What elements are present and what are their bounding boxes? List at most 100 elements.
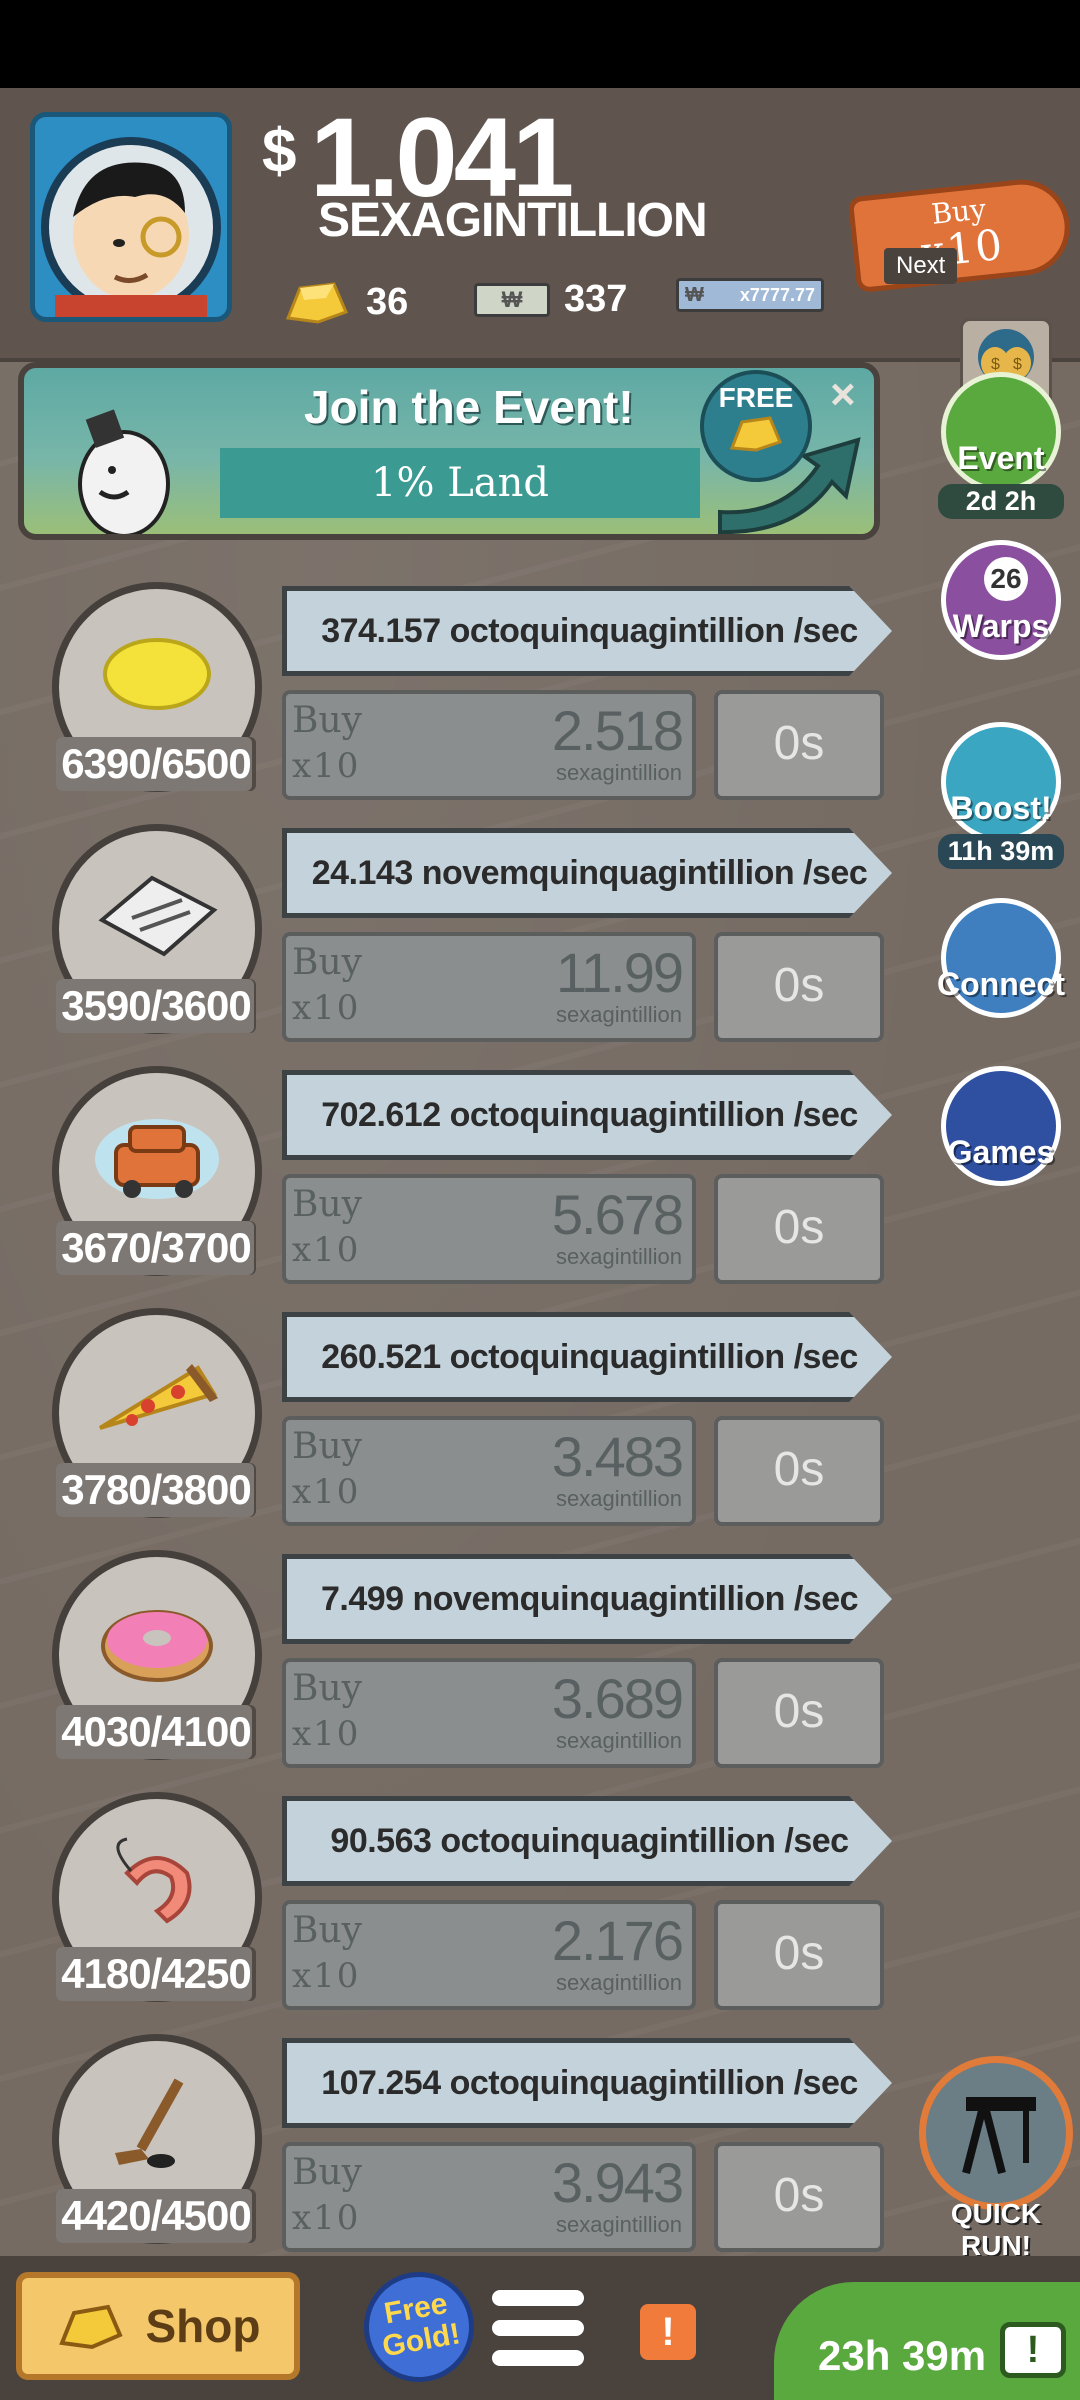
tv-icon: !: [1000, 2322, 1066, 2378]
timer-button[interactable]: 0s: [714, 932, 884, 1042]
pizza-icon: [92, 1344, 222, 1454]
buy-price: 11.99: [556, 941, 684, 1004]
buy-price: 5.678: [551, 1183, 684, 1246]
buy-button[interactable]: Buy x10 3.943 sexagintillion: [282, 2142, 696, 2252]
buy-quantity: x10: [292, 2198, 361, 2238]
donut-icon: [92, 1586, 222, 1696]
megabucks-icon: ₩: [474, 282, 550, 317]
gold-bar-icon: [58, 2304, 123, 2350]
business-count: 3590/3600: [56, 979, 256, 1033]
shop-button[interactable]: Shop: [16, 2272, 300, 2380]
income-rate-bar[interactable]: 702.612 octoquinquagintillion /sec: [282, 1070, 892, 1160]
buy-price-unit: sexagintillion: [556, 1244, 682, 1269]
buy-button[interactable]: Buy x10 11.99 sexagintillion: [282, 932, 696, 1042]
buy-price-unit: sexagintillion: [556, 1728, 682, 1753]
buy-quantity: x10: [292, 1714, 361, 1754]
gold-counter[interactable]: 36: [282, 278, 408, 326]
timer-button[interactable]: 0s: [714, 2142, 884, 2252]
gold-count: 36: [366, 280, 409, 323]
svg-text:$: $: [1013, 356, 1022, 373]
buy-button[interactable]: Buy x10 2.176 sexagintillion: [282, 1900, 696, 2010]
business-row-pizza: 3780/3800 260.521 octoquinquagintillion …: [0, 1308, 1080, 1548]
buy-button[interactable]: Buy x10 3.483 sexagintillion: [282, 1416, 696, 1526]
bill-value: x7777.77: [739, 284, 815, 305]
newspaper-icon: [92, 860, 222, 970]
business-count: 4180/4250: [56, 1947, 256, 2001]
income-rate-bar[interactable]: 374.157 octoquinquagintillion /sec: [282, 586, 892, 676]
event-subtitle: 1% Land: [220, 448, 700, 518]
bill-counter[interactable]: ₩ x7777.77: [676, 278, 824, 312]
income-rate-bar[interactable]: 107.254 octoquinquagintillion /sec: [282, 2038, 892, 2128]
alert-badge[interactable]: !: [640, 2304, 696, 2360]
business-row-car: 3670/3700 702.612 octoquinquagintillion …: [0, 1066, 1080, 1306]
buy-label: Buy: [292, 2152, 362, 2193]
business-count: 4030/4100: [56, 1705, 256, 1759]
car-icon: [92, 1102, 222, 1212]
timer-button[interactable]: 0s: [714, 1416, 884, 1526]
shrimp-icon: [92, 1828, 222, 1938]
buy-price: 2.518: [551, 699, 684, 762]
money-currency-symbol: $: [262, 117, 297, 186]
buy-price-unit: sexagintillion: [556, 1486, 682, 1511]
astronaut-portrait-icon: [41, 137, 221, 317]
mascot-icon: [78, 409, 170, 534]
income-rate-bar[interactable]: 260.521 octoquinquagintillion /sec: [282, 1312, 892, 1402]
buy-label: Buy: [292, 1184, 362, 1225]
header: $ 1.041 SEXAGINTILLION 36 ₩ 337 ₩ x7777.…: [0, 88, 1080, 422]
buy-label: Buy: [292, 700, 362, 741]
free-label: FREE: [718, 382, 794, 413]
buy-label: Buy: [292, 1668, 362, 1709]
megabucks-counter[interactable]: ₩ 337: [474, 278, 627, 321]
player-avatar[interactable]: [30, 112, 232, 322]
timer-button[interactable]: 0s: [714, 690, 884, 800]
business-row-lemon: 6390/6500 374.157 octoquinquagintillion …: [0, 582, 1080, 822]
timer-button[interactable]: 0s: [714, 1658, 884, 1768]
buy-button[interactable]: Buy x10 3.689 sexagintillion: [282, 1658, 696, 1768]
quick-run-button[interactable]: QUICK RUN!: [916, 2056, 1076, 2262]
close-icon[interactable]: ×: [830, 370, 856, 420]
buy-label: Buy: [292, 942, 362, 983]
free-badge: FREE: [700, 370, 812, 482]
timer-button[interactable]: 0s: [714, 1174, 884, 1284]
buy-price-unit: sexagintillion: [556, 1970, 682, 1995]
business-row-shrimp: 4180/4250 90.563 octoquinquagintillion /…: [0, 1792, 1080, 2032]
hockey-stick-icon: [92, 2070, 222, 2180]
quick-run-label: QUICK RUN!: [950, 2198, 1042, 2261]
buy-price-unit: sexagintillion: [556, 2212, 682, 2237]
buy-price: 3.943: [551, 2151, 684, 2214]
income-rate-bar[interactable]: 7.499 novemquinquagintillion /sec: [282, 1554, 892, 1644]
buy-quantity: x10: [292, 746, 361, 786]
bill-icon: ₩ x7777.77: [676, 278, 824, 312]
money-unit: SEXAGINTILLION: [318, 194, 708, 247]
timer-tab[interactable]: 23h 39m !: [774, 2282, 1080, 2400]
income-rate-bar[interactable]: 90.563 octoquinquagintillion /sec: [282, 1796, 892, 1886]
oil-derrick-icon: [919, 2056, 1073, 2210]
income-rate-bar[interactable]: 24.143 novemquinquagintillion /sec: [282, 828, 892, 918]
gold-bar-icon: [285, 282, 349, 324]
lemon-icon: [92, 618, 222, 728]
buy-label: Buy: [292, 1910, 362, 1951]
business-count: 3780/3800: [56, 1463, 256, 1517]
svg-text:$: $: [991, 356, 1000, 373]
business-row-donut: 4030/4100 7.499 novemquinquagintillion /…: [0, 1550, 1080, 1790]
buy-price: 3.483: [551, 1425, 684, 1488]
buy-price-unit: sexagintillion: [556, 1002, 682, 1027]
event-timer: 2d 2h: [938, 484, 1064, 519]
status-bar: [0, 0, 1080, 88]
buy-multiplier-tag[interactable]: Buy x10: [847, 174, 1075, 294]
gold-bar-icon: [729, 416, 783, 452]
buy-price: 3.689: [551, 1667, 684, 1730]
event-title: Join the Event!: [304, 381, 634, 433]
next-label: Next: [884, 248, 958, 284]
buy-quantity: x10: [292, 988, 361, 1028]
event-label: Event: [957, 440, 1045, 476]
event-button[interactable]: Event 2d 2h: [938, 372, 1064, 519]
timer-button[interactable]: 0s: [714, 1900, 884, 2010]
business-row-newspaper: 3590/3600 24.143 novemquinquagintillion …: [0, 824, 1080, 1064]
timer-tab-label: 23h 39m: [818, 2332, 987, 2379]
megabucks-count: 337: [564, 278, 628, 320]
buy-button[interactable]: Buy x10 5.678 sexagintillion: [282, 1174, 696, 1284]
menu-icon[interactable]: [492, 2290, 584, 2366]
buy-button[interactable]: Buy x10 2.518 sexagintillion: [282, 690, 696, 800]
buy-price-unit: sexagintillion: [556, 760, 682, 785]
